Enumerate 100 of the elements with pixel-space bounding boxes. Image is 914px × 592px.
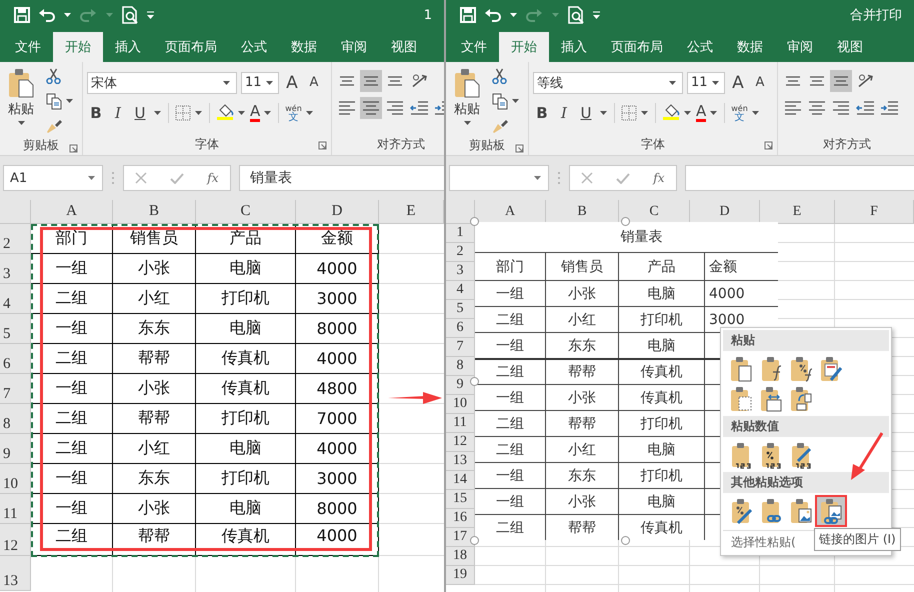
dialog-launcher-icon[interactable] xyxy=(764,141,773,150)
underline-button[interactable]: U xyxy=(577,102,595,122)
table-cell[interactable]: 一组 xyxy=(31,254,113,284)
table-header-cell[interactable]: 部门 xyxy=(31,224,113,254)
save-icon[interactable] xyxy=(14,7,30,23)
underline-button[interactable]: U xyxy=(131,102,149,122)
borders-button[interactable] xyxy=(621,102,649,122)
row-header[interactable]: 12 xyxy=(0,524,31,556)
increase-font-button[interactable]: A xyxy=(283,72,301,92)
row-header[interactable]: 13 xyxy=(446,452,475,471)
phonetic-guide-button[interactable]: wén 文 xyxy=(285,104,314,122)
table-cell[interactable]: 电脑 xyxy=(196,434,296,464)
table-cell[interactable]: 二组 xyxy=(31,434,113,464)
table-header-cell[interactable]: 销售员 xyxy=(113,224,196,254)
table-cell[interactable]: 一组 xyxy=(31,464,113,494)
row-header[interactable]: 9 xyxy=(446,376,475,395)
table-cell[interactable]: 二组 xyxy=(31,524,113,556)
font-name-field[interactable]: 宋体 xyxy=(87,72,237,94)
table-cell[interactable]: 二组 xyxy=(31,404,113,434)
table-cell[interactable]: 打印机 xyxy=(196,464,296,494)
ribbon-tab[interactable]: 文件 xyxy=(3,32,53,62)
row-header[interactable]: 13 xyxy=(0,556,31,591)
row-header[interactable]: 17 xyxy=(446,528,475,547)
undo-icon[interactable] xyxy=(38,8,55,22)
row-header[interactable]: 1 xyxy=(446,224,475,243)
table-cell[interactable]: 小红 xyxy=(113,284,196,314)
column-header[interactable]: B xyxy=(113,200,196,224)
row-header[interactable]: 2 xyxy=(0,224,31,254)
resize-handle[interactable] xyxy=(470,377,479,386)
font-name-field[interactable]: 等线 xyxy=(533,72,683,94)
dialog-launcher-icon[interactable] xyxy=(69,144,78,153)
customize-icon[interactable] xyxy=(592,10,601,20)
undo-icon[interactable] xyxy=(484,8,501,22)
ribbon-tab[interactable]: 数据 xyxy=(725,32,775,62)
table-cell[interactable]: 小张 xyxy=(113,254,196,284)
row-header[interactable]: 5 xyxy=(446,300,475,319)
resize-handle[interactable] xyxy=(621,536,630,545)
name-box[interactable]: A1 xyxy=(3,165,103,191)
ribbon-tab[interactable]: 开始 xyxy=(499,32,549,62)
decrease-font-button[interactable]: A xyxy=(751,72,769,92)
row-header[interactable]: 18 xyxy=(446,547,475,566)
formula-field[interactable] xyxy=(685,165,914,191)
column-header[interactable]: E xyxy=(760,200,835,224)
paste-option-button[interactable] xyxy=(817,497,845,525)
table-cell[interactable]: 小张 xyxy=(113,494,196,524)
table-cell[interactable]: 传真机 xyxy=(196,374,296,404)
bold-button[interactable]: B xyxy=(87,102,105,122)
paste-button[interactable]: 粘贴 xyxy=(4,66,38,136)
ribbon-tab[interactable]: 审阅 xyxy=(329,32,379,62)
font-size-field[interactable]: 11 xyxy=(241,72,279,94)
ribbon-tab[interactable]: 数据 xyxy=(279,32,329,62)
print-preview-icon[interactable] xyxy=(122,6,138,24)
row-header[interactable]: 2 xyxy=(446,243,475,262)
alignment-button[interactable] xyxy=(360,97,382,119)
table-cell[interactable]: 8000 xyxy=(296,314,379,344)
print-preview-icon[interactable] xyxy=(568,6,584,24)
row-header[interactable]: 7 xyxy=(446,338,475,357)
row-header[interactable]: 11 xyxy=(0,494,31,524)
table-cell[interactable]: 4000 xyxy=(296,434,379,464)
ribbon-tab[interactable]: 页面布局 xyxy=(153,32,229,62)
table-cell[interactable]: 帮帮 xyxy=(113,524,196,556)
column-header[interactable]: D xyxy=(690,200,760,224)
ribbon-tab[interactable]: 公式 xyxy=(675,32,725,62)
resize-handle[interactable] xyxy=(621,217,630,226)
column-header[interactable]: F xyxy=(835,200,914,224)
borders-button[interactable] xyxy=(175,102,203,122)
table-cell[interactable]: 一组 xyxy=(31,374,113,404)
paste-button[interactable]: 粘贴 xyxy=(450,66,484,136)
copy-button[interactable] xyxy=(46,91,74,111)
table-cell[interactable]: 一组 xyxy=(31,314,113,344)
ribbon-tab[interactable]: 插入 xyxy=(549,32,599,62)
row-header[interactable]: 19 xyxy=(446,566,475,585)
column-header[interactable]: A xyxy=(475,200,546,224)
table-cell[interactable]: 打印机 xyxy=(196,404,296,434)
ribbon-tab[interactable]: 文件 xyxy=(449,32,499,62)
row-header[interactable]: 10 xyxy=(446,395,475,414)
table-cell[interactable]: 4000 xyxy=(296,524,379,556)
table-cell[interactable]: 7000 xyxy=(296,404,379,434)
ribbon-tab[interactable]: 视图 xyxy=(379,32,429,62)
table-cell[interactable]: 电脑 xyxy=(196,254,296,284)
row-header[interactable]: 3 xyxy=(446,262,475,281)
table-cell[interactable]: 一组 xyxy=(31,494,113,524)
ribbon-tab[interactable]: 视图 xyxy=(825,32,875,62)
check-icon[interactable] xyxy=(616,172,630,184)
table-cell[interactable]: 打印机 xyxy=(196,284,296,314)
row-header[interactable]: 10 xyxy=(0,464,31,494)
customize-icon[interactable] xyxy=(146,10,155,20)
row-header[interactable]: 7 xyxy=(0,374,31,404)
save-icon[interactable] xyxy=(460,7,476,23)
decrease-font-button[interactable]: A xyxy=(305,72,323,92)
row-header[interactable]: 4 xyxy=(446,281,475,300)
row-header[interactable]: 8 xyxy=(446,357,475,376)
table-cell[interactable]: 4000 xyxy=(296,254,379,284)
table-cell[interactable]: 二组 xyxy=(31,284,113,314)
ribbon-tab[interactable]: 插入 xyxy=(103,32,153,62)
ribbon-tab[interactable]: 页面布局 xyxy=(599,32,675,62)
table-header-cell[interactable]: 产品 xyxy=(196,224,296,254)
row-header[interactable]: 14 xyxy=(446,471,475,490)
table-cell[interactable]: 8000 xyxy=(296,494,379,524)
row-header[interactable]: 3 xyxy=(0,254,31,284)
